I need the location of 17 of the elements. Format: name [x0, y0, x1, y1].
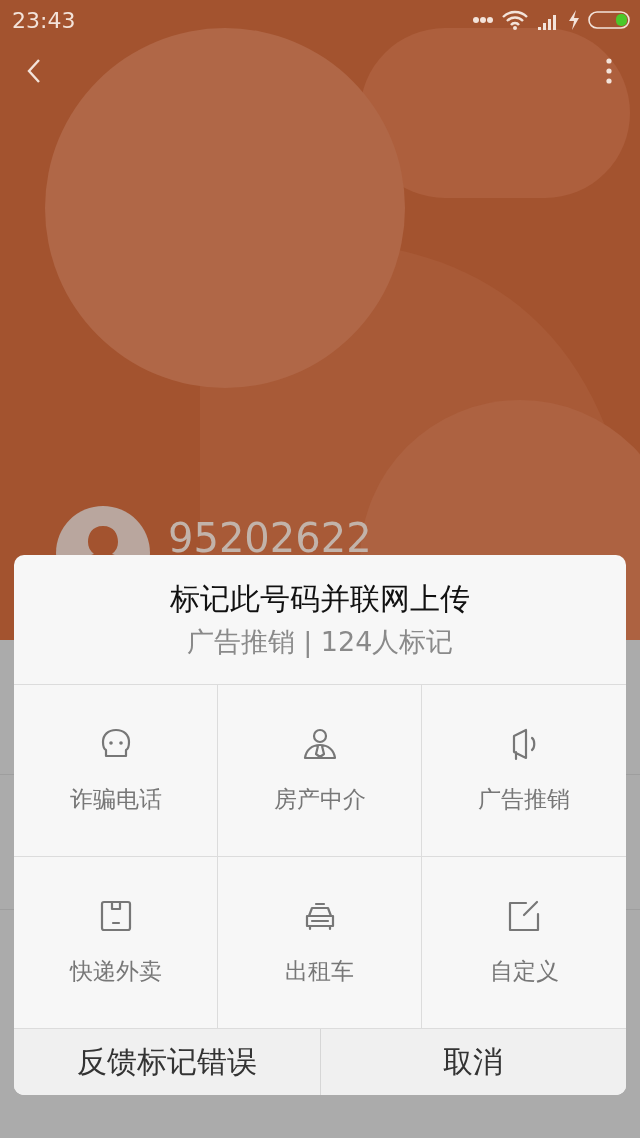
mark-option[interactable]: 诈骗电话: [14, 685, 218, 857]
status-time: 23:43: [12, 7, 77, 33]
edit-icon: [506, 898, 542, 934]
person-tie-icon: [301, 726, 338, 762]
more-dots-icon: [472, 16, 494, 24]
dialog-title: 标记此号码并联网上传: [170, 580, 470, 618]
dialog-subtitle: 广告推销 | 124人标记: [186, 625, 454, 660]
more-icon: [606, 58, 612, 84]
wifi-icon: [502, 10, 528, 30]
charging-icon: [568, 10, 580, 30]
mark-option[interactable]: 出租车: [218, 857, 422, 1029]
mark-option[interactable]: 快递外卖: [14, 857, 218, 1029]
back-icon: [26, 58, 42, 84]
phone-number: 95202622: [168, 515, 372, 561]
battery-icon: [588, 10, 630, 30]
report-error-button[interactable]: 反馈标记错误: [14, 1029, 321, 1095]
mark-option[interactable]: 房产中介: [218, 685, 422, 857]
